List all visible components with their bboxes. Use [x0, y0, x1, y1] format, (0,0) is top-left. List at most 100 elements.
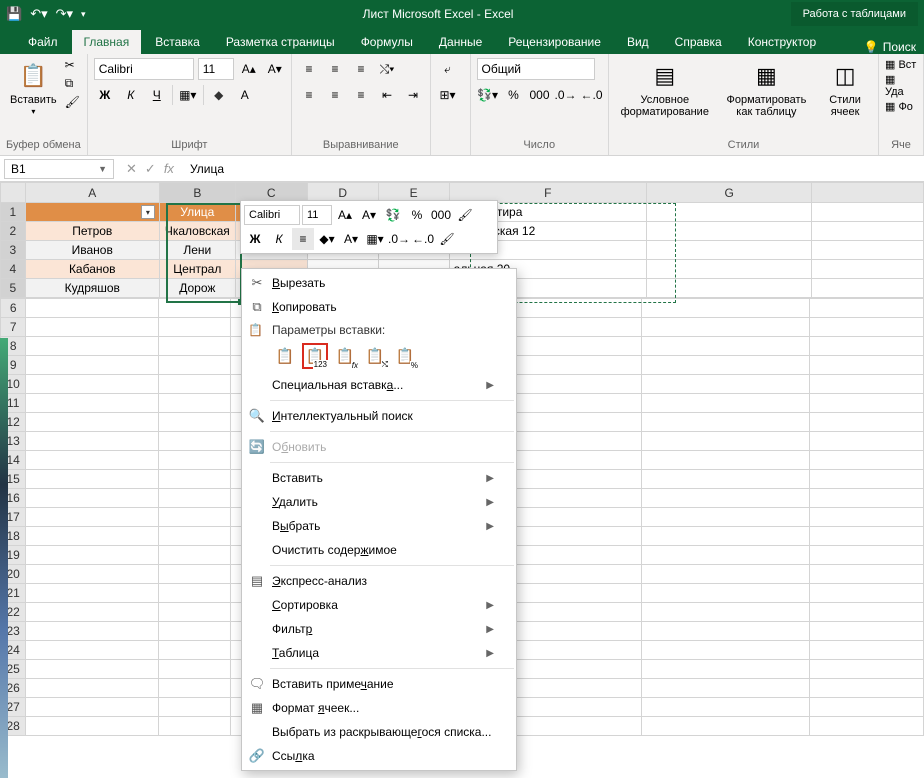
cell[interactable]: [26, 299, 158, 318]
align-center-icon[interactable]: ≡: [324, 84, 346, 106]
cell[interactable]: [26, 451, 158, 470]
cells-format[interactable]: ▦ Фо: [885, 100, 913, 113]
cell[interactable]: [642, 565, 810, 584]
tab-view[interactable]: Вид: [615, 30, 661, 54]
comma-icon[interactable]: 000: [529, 84, 551, 106]
cell[interactable]: [810, 432, 924, 451]
cell[interactable]: [26, 394, 158, 413]
cell[interactable]: [642, 717, 810, 736]
mini-font-name[interactable]: [244, 205, 300, 225]
menu-insert[interactable]: Вставить▶: [242, 466, 516, 490]
mini-percent-icon[interactable]: %: [406, 204, 428, 226]
increase-font-icon[interactable]: A▴: [238, 58, 260, 80]
mini-comma-icon[interactable]: 000: [430, 204, 452, 226]
cell[interactable]: [642, 698, 810, 717]
cell[interactable]: [158, 394, 230, 413]
cell[interactable]: [642, 432, 810, 451]
cell[interactable]: Петров: [25, 222, 159, 241]
enter-icon[interactable]: ✓: [145, 161, 156, 177]
align-right-icon[interactable]: ≡: [350, 84, 372, 106]
cell[interactable]: [26, 546, 158, 565]
inc-decimal-icon[interactable]: .0→: [555, 84, 577, 106]
mini-brush-icon[interactable]: 🖌: [436, 228, 458, 250]
cell[interactable]: [26, 356, 158, 375]
col-head[interactable]: G: [646, 183, 811, 203]
cell[interactable]: [26, 679, 158, 698]
cell[interactable]: [642, 527, 810, 546]
paste-option-formulas[interactable]: 📋fx: [332, 343, 358, 369]
merge-icon[interactable]: ⊞▾: [437, 84, 459, 106]
bold-button[interactable]: Ж: [94, 84, 116, 106]
row-head[interactable]: 3: [1, 241, 26, 260]
cell[interactable]: [810, 413, 924, 432]
row-head[interactable]: 7: [1, 318, 26, 337]
menu-copy[interactable]: ⧉Копировать: [242, 295, 516, 319]
cell[interactable]: [26, 489, 158, 508]
cell[interactable]: [810, 546, 924, 565]
menu-cut[interactable]: ✂Вырезать: [242, 271, 516, 295]
name-box[interactable]: B1 ▼: [4, 159, 114, 179]
cell[interactable]: [646, 203, 811, 222]
cell[interactable]: [810, 641, 924, 660]
menu-dropdown-list[interactable]: Выбрать из раскрывающегося списка...: [242, 720, 516, 744]
cell[interactable]: [26, 717, 158, 736]
cell[interactable]: [158, 546, 230, 565]
mini-dec-dec-icon[interactable]: ←.0: [412, 228, 434, 250]
percent-icon[interactable]: %: [503, 84, 525, 106]
cell[interactable]: Кабанов: [25, 260, 159, 279]
cell[interactable]: [26, 413, 158, 432]
font-name-combo[interactable]: [94, 58, 194, 80]
cell[interactable]: [810, 489, 924, 508]
tab-help[interactable]: Справка: [663, 30, 734, 54]
paste-option-formatting[interactable]: 📋%: [392, 343, 418, 369]
cell[interactable]: [642, 318, 810, 337]
cell[interactable]: [810, 679, 924, 698]
cell[interactable]: [158, 660, 230, 679]
cells-insert[interactable]: ▦ Вст: [885, 58, 916, 71]
row-head[interactable]: 4: [1, 260, 26, 279]
cell[interactable]: [158, 679, 230, 698]
menu-format-cells[interactable]: ▦Формат ячеек...: [242, 696, 516, 720]
cell[interactable]: [158, 584, 230, 603]
cell[interactable]: [26, 641, 158, 660]
number-format-combo[interactable]: [477, 58, 595, 80]
menu-clear[interactable]: Очистить содержимое: [242, 538, 516, 562]
cell[interactable]: Чкаловская: [159, 222, 235, 241]
menu-comment[interactable]: 🗨Вставить примечание: [242, 672, 516, 696]
cell[interactable]: [158, 565, 230, 584]
tab-insert[interactable]: Вставка: [143, 30, 212, 54]
redo-icon[interactable]: ↷▾: [56, 6, 73, 22]
undo-icon[interactable]: ↶▾: [30, 6, 47, 22]
cell[interactable]: [810, 660, 924, 679]
cell[interactable]: [642, 660, 810, 679]
col-head[interactable]: [812, 183, 924, 203]
cond-format-button[interactable]: ▤Условное форматирование: [615, 58, 715, 120]
cell[interactable]: [642, 394, 810, 413]
mini-currency-icon[interactable]: 💱: [382, 204, 404, 226]
cells-delete[interactable]: ▦ Уда: [885, 73, 917, 98]
row-head[interactable]: 6: [1, 299, 26, 318]
cell[interactable]: Централ: [159, 260, 235, 279]
row-head[interactable]: 1: [1, 203, 26, 222]
format-painter-icon[interactable]: 🖌: [65, 95, 80, 109]
cell[interactable]: [158, 641, 230, 660]
cell[interactable]: [810, 470, 924, 489]
mini-inc-font-icon[interactable]: A▴: [334, 204, 356, 226]
cell[interactable]: [642, 337, 810, 356]
cell[interactable]: Кудряшов: [25, 279, 159, 298]
indent-dec-icon[interactable]: ⇤: [376, 84, 398, 106]
cell[interactable]: [642, 356, 810, 375]
mini-dec-font-icon[interactable]: A▾: [358, 204, 380, 226]
tab-design[interactable]: Конструктор: [736, 30, 828, 54]
cell[interactable]: [810, 337, 924, 356]
cell[interactable]: [26, 565, 158, 584]
menu-delete[interactable]: Удалить▶: [242, 490, 516, 514]
cell[interactable]: Лени: [159, 241, 235, 260]
cell[interactable]: [158, 489, 230, 508]
align-top-icon[interactable]: ≡: [298, 58, 320, 80]
copy-icon[interactable]: ⧉: [65, 76, 80, 91]
cell[interactable]: [810, 508, 924, 527]
mini-bold[interactable]: Ж: [244, 228, 266, 250]
cell[interactable]: [158, 603, 230, 622]
cell[interactable]: [158, 318, 230, 337]
